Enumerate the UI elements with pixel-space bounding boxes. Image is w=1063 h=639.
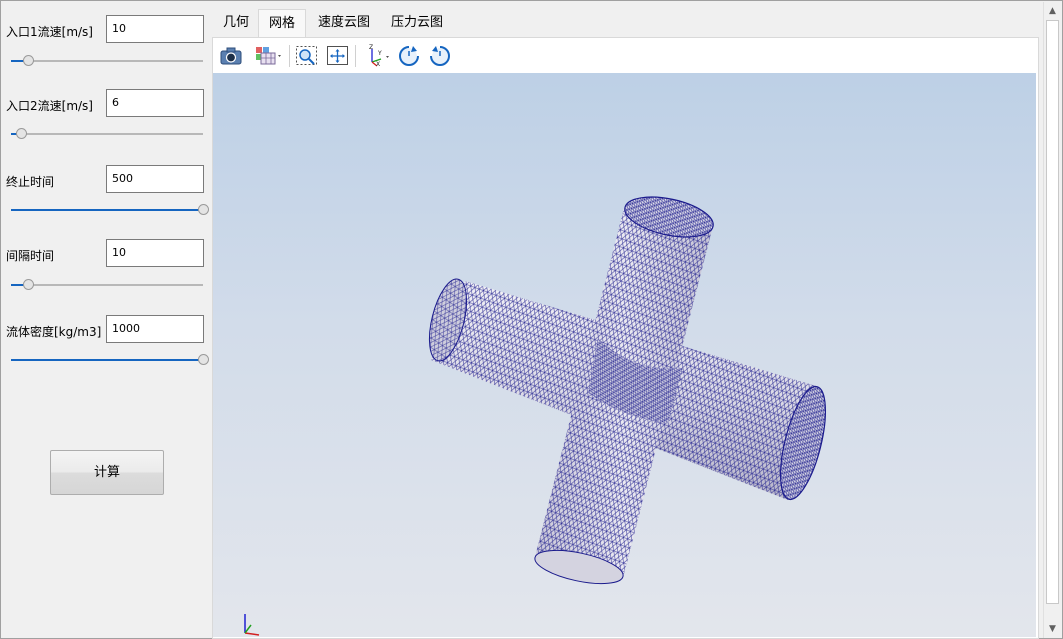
inlet2-velocity-input[interactable]: 6: [106, 89, 204, 117]
fluid-density-slider[interactable]: [11, 353, 209, 367]
slider-thumb[interactable]: [23, 279, 35, 290]
fluid-density-label: 流体密度[kg/m3]: [6, 325, 102, 339]
zoom-box-icon[interactable]: [294, 43, 320, 69]
slider-thumb[interactable]: [23, 55, 35, 66]
scroll-thumb[interactable]: [1046, 20, 1059, 604]
tab-velocity-contour[interactable]: 速度云图: [308, 9, 380, 37]
camera-icon[interactable]: [218, 43, 244, 69]
tab-mesh[interactable]: 网格: [258, 9, 307, 37]
slider-track: [11, 60, 203, 62]
inlet2-velocity-label: 入口2流速[m/s]: [6, 99, 93, 113]
rotate-clockwise-icon[interactable]: [396, 43, 422, 69]
end-time-slider[interactable]: [11, 203, 209, 217]
x-axis: [244, 632, 260, 636]
inlet2-velocity-slider[interactable]: [11, 127, 203, 141]
mesh-render: [244, 196, 827, 636]
mesh-view-panel: ZYX: [212, 37, 1039, 639]
scroll-down-icon[interactable]: ▼: [1044, 620, 1061, 637]
y-axis: [244, 624, 252, 634]
axes-orientation-icon[interactable]: ZYX: [363, 43, 393, 69]
slider-thumb[interactable]: [15, 128, 27, 139]
slider-track: [11, 284, 203, 286]
fluid-density-input[interactable]: 1000: [106, 315, 204, 343]
inlet1-velocity-label: 入口1流速[m/s]: [6, 25, 93, 39]
interval-time-input[interactable]: 10: [106, 239, 204, 267]
interval-time-slider[interactable]: [11, 278, 203, 292]
svg-text:Y: Y: [377, 50, 382, 57]
rotate-counterclockwise-icon[interactable]: [427, 43, 453, 69]
slider-fill: [11, 359, 203, 361]
slider-fill: [11, 209, 203, 211]
interval-time-label: 间隔时间: [6, 249, 55, 263]
inlet1-velocity-input[interactable]: 10: [106, 15, 204, 43]
inlet1-velocity-slider[interactable]: [11, 54, 203, 68]
calculate-button[interactable]: 计算: [50, 450, 164, 495]
tab-geometry[interactable]: 几何: [213, 9, 259, 37]
3d-mesh-viewport[interactable]: [213, 73, 1036, 637]
tab-pressure-contour[interactable]: 压力云图: [381, 9, 453, 37]
slider-track: [11, 133, 203, 135]
svg-text:X: X: [376, 61, 380, 68]
slider-thumb[interactable]: [198, 204, 209, 215]
view-toolbar: ZYX: [213, 38, 1036, 73]
fit-view-icon[interactable]: [325, 43, 351, 69]
svg-text:Z: Z: [369, 44, 373, 51]
end-time-label: 终止时间: [6, 175, 55, 189]
vertical-scrollbar[interactable]: ▲ ▼: [1043, 2, 1061, 638]
toolbar-separator: [289, 45, 290, 67]
display-mode-icon[interactable]: [253, 43, 285, 69]
toolbar-separator: [355, 45, 356, 67]
end-time-input[interactable]: 500: [106, 165, 204, 193]
scroll-up-icon[interactable]: ▲: [1044, 2, 1061, 19]
axis-triad: [244, 614, 260, 636]
slider-thumb[interactable]: [198, 354, 209, 365]
window-frame: 入口1流速[m/s] 10 入口2流速[m/s] 6 终止时间 500 间隔时间…: [0, 0, 1063, 639]
parameter-panel: 入口1流速[m/s] 10 入口2流速[m/s] 6 终止时间 500 间隔时间…: [2, 2, 210, 638]
